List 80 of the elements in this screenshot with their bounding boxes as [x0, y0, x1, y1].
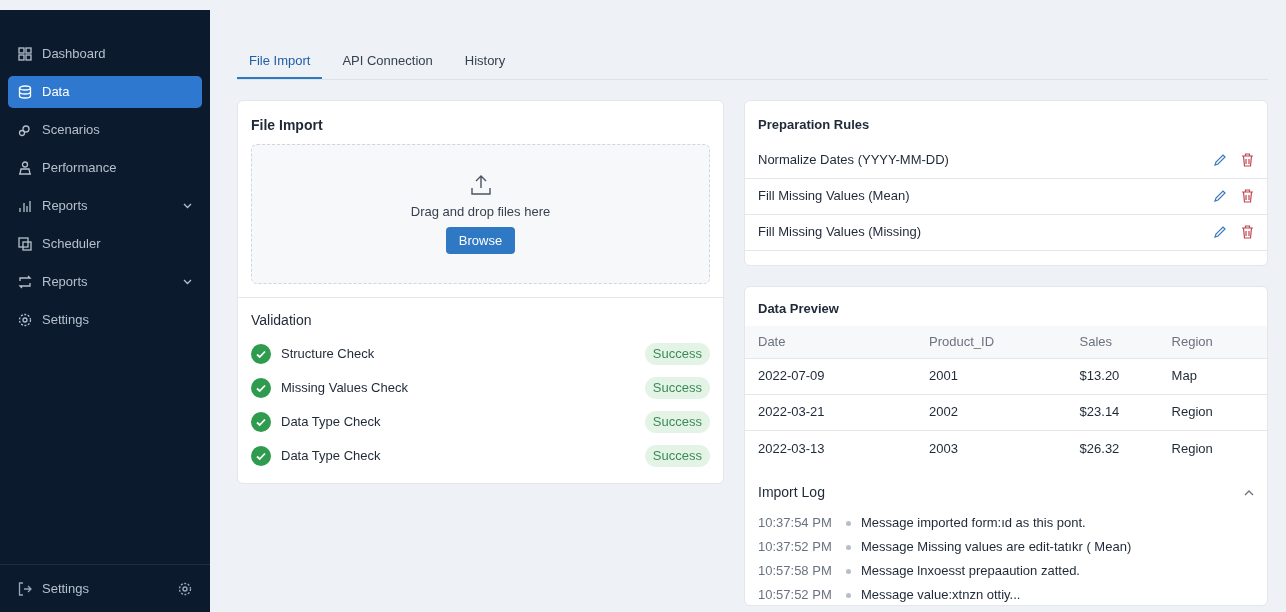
gear-icon[interactable]	[178, 581, 192, 596]
table-cell: 2022-07-09	[745, 358, 929, 394]
log-message: Message lnxoesst prepaaution zatted.	[861, 562, 1080, 581]
timeline-dot-icon	[846, 592, 851, 598]
check-label: Structure Check	[281, 345, 376, 364]
pencil-icon[interactable]	[1213, 225, 1227, 239]
table-cell: 2003	[929, 430, 1080, 466]
table-cell: 2022-03-13	[745, 430, 929, 466]
dropzone-text: Drag and drop files here	[410, 202, 551, 221]
log-message: Message value:xtnzn ottiy...	[861, 586, 1021, 605]
browse-button[interactable]: Browse	[445, 227, 516, 255]
nav-item[interactable]: Settings	[8, 304, 202, 336]
rule-label: Fill Missing Values (Missing)	[758, 223, 922, 242]
logout-icon	[18, 581, 32, 596]
status-badge: Success	[644, 377, 710, 399]
settings-link[interactable]: Settings	[42, 578, 168, 599]
nav-item[interactable]: Reports	[8, 190, 202, 222]
grid-icon	[18, 47, 32, 61]
table-cell: Region	[1171, 394, 1267, 430]
table-cell: $26.32	[1079, 430, 1172, 466]
rule-label: Normalize Dates (YYYY-MM-DD)	[758, 151, 950, 170]
nav-item[interactable]: Scenarios	[8, 114, 202, 146]
log-message: Message imported form:ıd as this pont.	[861, 514, 1086, 533]
column-header: Region	[1171, 326, 1267, 358]
timeline-dot-icon	[846, 544, 851, 550]
status-badge: Success	[644, 343, 710, 365]
tab[interactable]: History	[452, 45, 518, 79]
chevron-icon[interactable]	[1244, 489, 1254, 496]
table-cell: Region	[1171, 430, 1267, 466]
check-circle-icon	[251, 344, 271, 364]
log-time: 10:57:58 PM	[758, 562, 833, 581]
log-message: Message Missing values are edit-tatıkr ( Mean)	[861, 538, 1132, 557]
check-label: Missing Values Check	[281, 379, 409, 398]
nav-item[interactable]: Dashboard	[8, 38, 202, 70]
gear-icon	[18, 313, 32, 327]
person-icon	[18, 161, 32, 175]
drop-zone[interactable]: Drag and drop files here Browse	[251, 144, 710, 284]
pencil-icon[interactable]	[1213, 153, 1227, 167]
nav-item[interactable]: Data	[8, 76, 202, 108]
tab[interactable]: File Import	[237, 45, 323, 79]
rule-label: Fill Missing Values (Mean)	[758, 187, 911, 206]
timeline-dot-icon	[846, 520, 851, 526]
copy-icon	[18, 237, 32, 251]
status-badge: Success	[644, 445, 710, 467]
bars-icon	[18, 199, 32, 213]
check-label: Data Type Check	[281, 447, 382, 466]
nav-item[interactable]: Performance	[8, 152, 202, 184]
table-cell: 2022-03-21	[745, 394, 929, 430]
table-cell: $23.14	[1079, 394, 1172, 430]
check-circle-icon	[251, 412, 271, 432]
trash-icon[interactable]	[1241, 189, 1254, 203]
log-time: 10:37:52 PM	[758, 538, 833, 557]
check-circle-icon	[251, 446, 271, 466]
check-label: Data Type Check	[281, 413, 382, 432]
card-title: Preparation Rules	[757, 116, 871, 134]
column-header: Sales	[1079, 326, 1172, 358]
trash-icon[interactable]	[1241, 225, 1254, 239]
status-badge: Success	[644, 411, 710, 433]
column-header: Date	[745, 326, 929, 358]
nav-item[interactable]: Scheduler	[8, 228, 202, 260]
tab[interactable]: API Connection	[330, 45, 445, 79]
table-cell: $13.20	[1079, 358, 1172, 394]
column-header: Product_ID	[929, 326, 1080, 358]
log-time: 10:57:52 PM	[758, 586, 833, 605]
check-circle-icon	[251, 378, 271, 398]
timeline-dot-icon	[846, 568, 851, 574]
nav-item[interactable]: Reports	[8, 266, 202, 298]
table-cell: 2001	[929, 358, 1080, 394]
pencil-icon[interactable]	[1213, 189, 1227, 203]
card-title: File Import	[250, 116, 324, 135]
table-cell: 2002	[929, 394, 1080, 430]
log-time: 10:37:54 PM	[758, 514, 833, 533]
repeat-icon	[18, 275, 32, 289]
card-title: Import Log	[758, 483, 826, 502]
card-title: Data Preview	[757, 299, 840, 318]
database-icon	[18, 85, 32, 99]
upload-icon	[469, 173, 492, 196]
trash-icon[interactable]	[1241, 153, 1254, 167]
table-cell: Map	[1171, 358, 1267, 394]
card-title: Validation	[251, 311, 313, 330]
